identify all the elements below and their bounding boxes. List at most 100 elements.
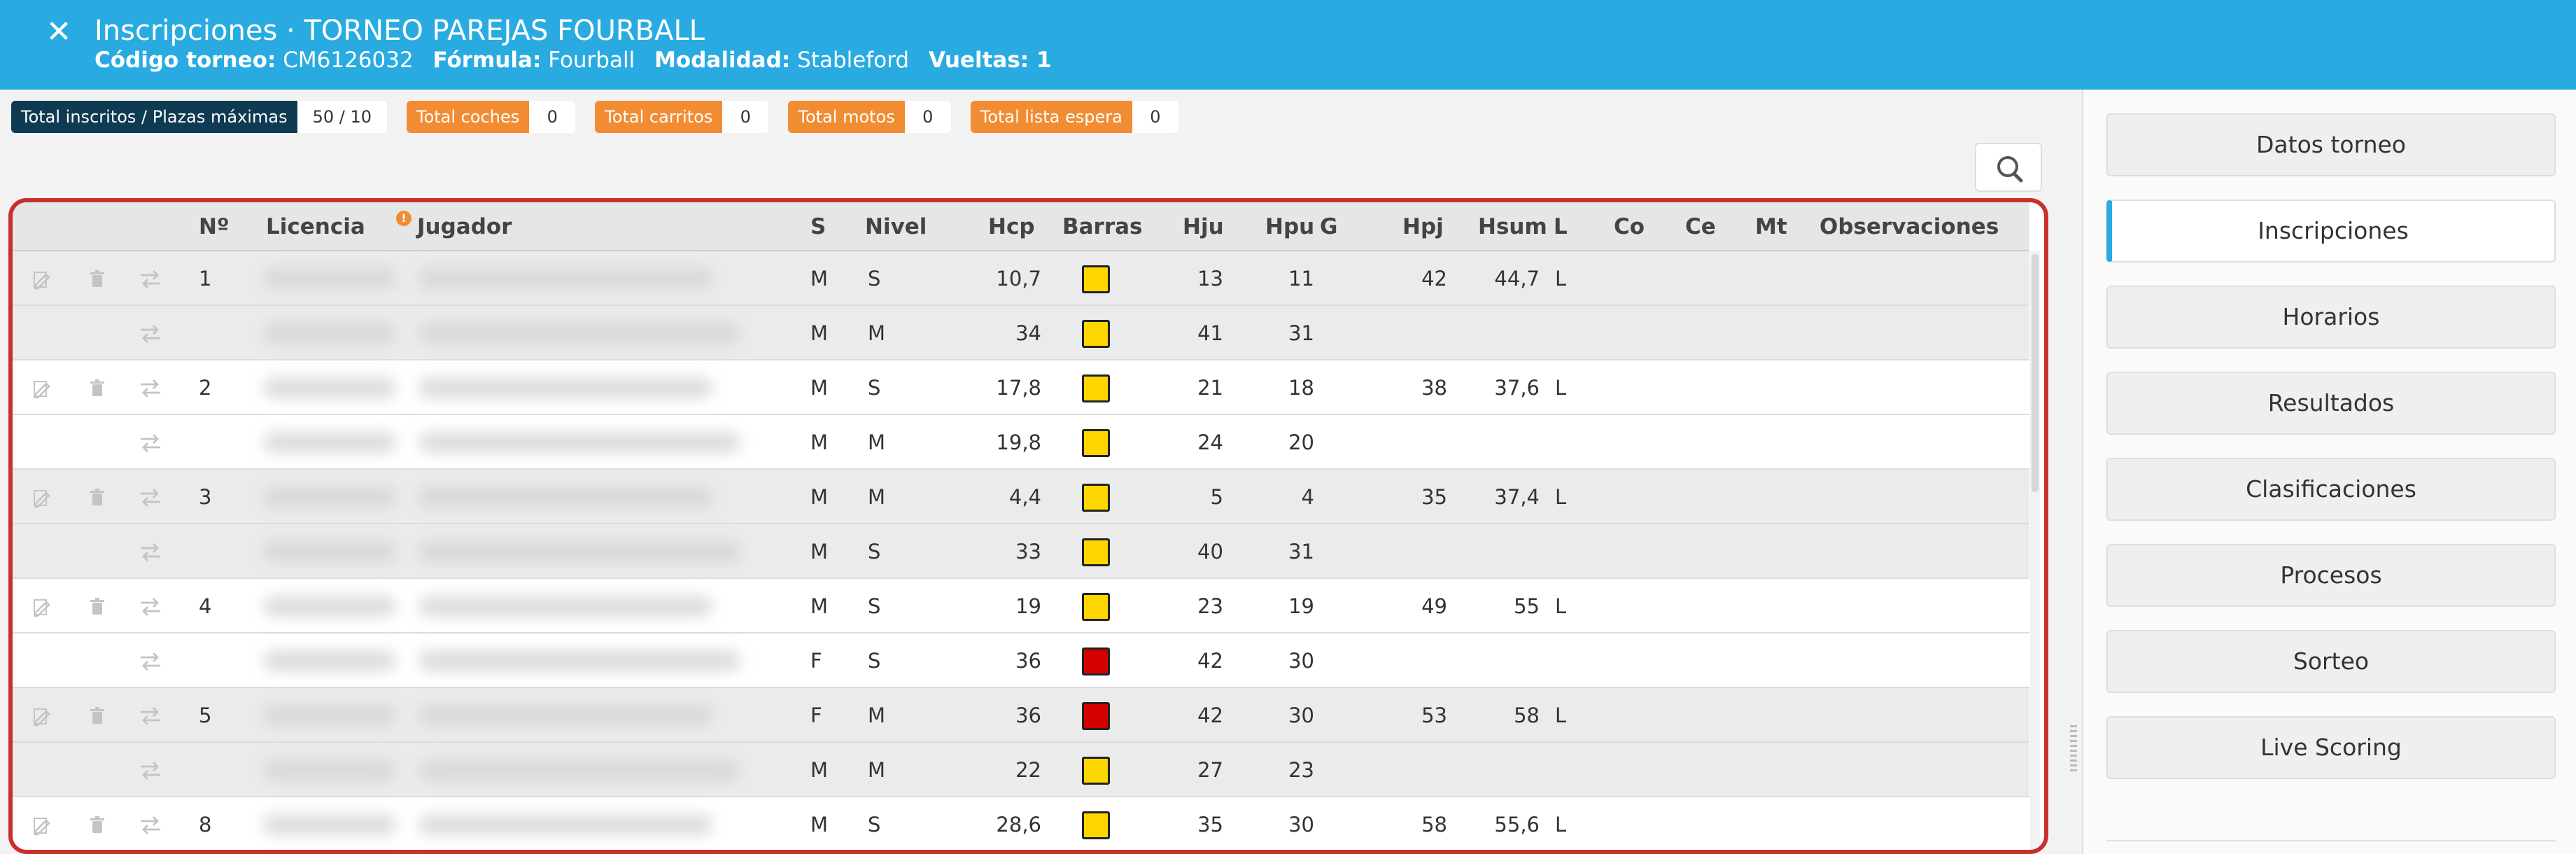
sidebar-item-sorteo[interactable]: Sorteo bbox=[2106, 630, 2556, 693]
cell-hpj bbox=[1391, 634, 1447, 688]
cell-hpj bbox=[1391, 743, 1447, 797]
table-row[interactable]: 4 M S 19 23 19 49 55 L bbox=[13, 579, 2029, 634]
main-panel: Total inscritos / Plazas máximas 50 / 10… bbox=[0, 90, 2082, 854]
sidebar-item-horarios[interactable]: Horarios bbox=[2106, 286, 2556, 349]
col-n[interactable]: Nº bbox=[199, 202, 229, 251]
table-row[interactable]: 3 M M 4,4 5 4 35 37,4 L bbox=[13, 470, 2029, 524]
table-row[interactable]: 8 M S 28,6 35 30 58 55,6 L bbox=[13, 797, 2029, 850]
col-hpj[interactable]: Hpj bbox=[1402, 202, 1444, 251]
sidebar-item-datos-torneo[interactable]: Datos torneo bbox=[2106, 113, 2556, 176]
col-hsum[interactable]: Hsum bbox=[1478, 202, 1547, 251]
col-s[interactable]: S bbox=[810, 202, 826, 251]
table-row[interactable]: F S 36 42 30 bbox=[13, 634, 2029, 688]
table-row[interactable]: 1 M S 10,7 13 11 42 44,7 L bbox=[13, 251, 2029, 306]
cell-hsum: 58 bbox=[1514, 704, 1540, 727]
col-ce[interactable]: Ce bbox=[1685, 202, 1716, 251]
trash-icon[interactable] bbox=[87, 815, 108, 836]
cell-s: M bbox=[810, 376, 829, 400]
licencia-redacted bbox=[263, 486, 396, 507]
edit-icon[interactable] bbox=[32, 706, 53, 727]
cell-n: 8 bbox=[199, 813, 212, 836]
sidebar-item-procesos[interactable]: Procesos bbox=[2106, 544, 2556, 607]
cell-hcp: 10,7 bbox=[996, 267, 1041, 290]
table-row[interactable]: 2 M S 17,8 21 18 38 37,6 L bbox=[13, 360, 2029, 415]
tee-color-swatch bbox=[1082, 811, 1110, 839]
col-hcp[interactable]: Hcp bbox=[988, 202, 1035, 251]
cell-s: M bbox=[810, 267, 829, 290]
trash-icon[interactable] bbox=[87, 378, 108, 399]
counter-label: Total motos bbox=[788, 101, 905, 133]
swap-icon[interactable] bbox=[139, 433, 162, 454]
col-mt[interactable]: Mt bbox=[1755, 202, 1787, 251]
sidebar-item-live-scoring[interactable]: Live Scoring bbox=[2106, 716, 2556, 779]
cell-nivel: S bbox=[868, 267, 881, 290]
resize-handle[interactable] bbox=[2070, 725, 2077, 774]
col-licencia[interactable]: Licencia bbox=[266, 202, 365, 251]
cell-nivel: S bbox=[868, 813, 881, 836]
col-barras[interactable]: Barras bbox=[1062, 202, 1143, 251]
cell-hsum: 55,6 bbox=[1494, 813, 1540, 836]
swap-icon[interactable] bbox=[139, 815, 162, 836]
table-scrollbar[interactable] bbox=[2030, 251, 2040, 850]
cell-s: M bbox=[810, 540, 829, 564]
vueltas-label: Vueltas: 1 bbox=[928, 48, 1052, 73]
swap-icon[interactable] bbox=[139, 323, 162, 344]
sidebar-item-clasificaciones[interactable]: Clasificaciones bbox=[2106, 458, 2556, 521]
table-row[interactable]: M M 22 27 23 bbox=[13, 743, 2029, 797]
swap-icon[interactable] bbox=[139, 378, 162, 399]
edit-icon[interactable] bbox=[32, 487, 53, 508]
table-row[interactable]: M S 33 40 31 bbox=[13, 524, 2029, 579]
trash-icon[interactable] bbox=[87, 269, 108, 290]
close-icon[interactable]: ✕ bbox=[43, 13, 74, 52]
trash-icon[interactable] bbox=[87, 596, 108, 617]
col-g[interactable]: G bbox=[1320, 202, 1337, 251]
swap-icon[interactable] bbox=[139, 651, 162, 672]
cell-hju: 40 bbox=[1197, 540, 1223, 564]
info-icon[interactable]: ! bbox=[396, 211, 411, 226]
jugador-redacted bbox=[418, 432, 740, 453]
cell-nivel: S bbox=[868, 649, 881, 673]
cell-s: M bbox=[810, 485, 829, 509]
edit-icon[interactable] bbox=[32, 378, 53, 399]
swap-icon[interactable] bbox=[139, 542, 162, 563]
tee-color-swatch bbox=[1082, 593, 1110, 621]
cell-n: 2 bbox=[199, 376, 212, 400]
col-jugador[interactable]: Jugador bbox=[417, 202, 512, 251]
swap-icon[interactable] bbox=[139, 706, 162, 727]
cell-n: 1 bbox=[199, 267, 212, 290]
col-observaciones[interactable]: Observaciones bbox=[1820, 202, 1999, 251]
table-row[interactable]: M M 34 41 31 bbox=[13, 306, 2029, 360]
tee-color-swatch bbox=[1082, 265, 1110, 293]
col-co[interactable]: Co bbox=[1614, 202, 1645, 251]
search-button[interactable] bbox=[1975, 143, 2042, 192]
swap-icon[interactable] bbox=[139, 487, 162, 508]
search-icon bbox=[1997, 156, 2023, 183]
swap-icon[interactable] bbox=[139, 596, 162, 617]
jugador-redacted bbox=[418, 760, 740, 780]
col-hju[interactable]: Hju bbox=[1183, 202, 1224, 251]
edit-icon[interactable] bbox=[32, 596, 53, 617]
page-title: Inscripciones · TORNEO PAREJAS FOURBALL bbox=[94, 15, 705, 47]
col-l[interactable]: L bbox=[1554, 202, 1568, 251]
swap-icon[interactable] bbox=[139, 269, 162, 290]
cell-hcp: 4,4 bbox=[1008, 485, 1041, 509]
col-nivel[interactable]: Nivel bbox=[865, 202, 927, 251]
cell-n: 5 bbox=[199, 704, 212, 727]
sidebar-item-resultados[interactable]: Resultados bbox=[2106, 372, 2556, 435]
edit-icon[interactable] bbox=[32, 269, 53, 290]
licencia-redacted bbox=[263, 323, 396, 344]
edit-icon[interactable] bbox=[32, 815, 53, 836]
scroll-thumb[interactable] bbox=[2032, 254, 2039, 492]
swap-icon[interactable] bbox=[139, 760, 162, 781]
cell-hpu: 30 bbox=[1288, 704, 1314, 727]
trash-icon[interactable] bbox=[87, 487, 108, 508]
cell-hpu: 4 bbox=[1301, 485, 1314, 509]
jugador-redacted bbox=[418, 596, 712, 617]
sidebar-item-inscripciones[interactable]: Inscripciones bbox=[2106, 200, 2556, 262]
table-row[interactable]: 5 F M 36 42 30 53 58 L bbox=[13, 688, 2029, 743]
table-row[interactable]: M M 19,8 24 20 bbox=[13, 415, 2029, 470]
col-hpu[interactable]: Hpu bbox=[1265, 202, 1314, 251]
cell-nivel: S bbox=[868, 540, 881, 564]
cell-hcp: 33 bbox=[1015, 540, 1041, 564]
trash-icon[interactable] bbox=[87, 706, 108, 727]
